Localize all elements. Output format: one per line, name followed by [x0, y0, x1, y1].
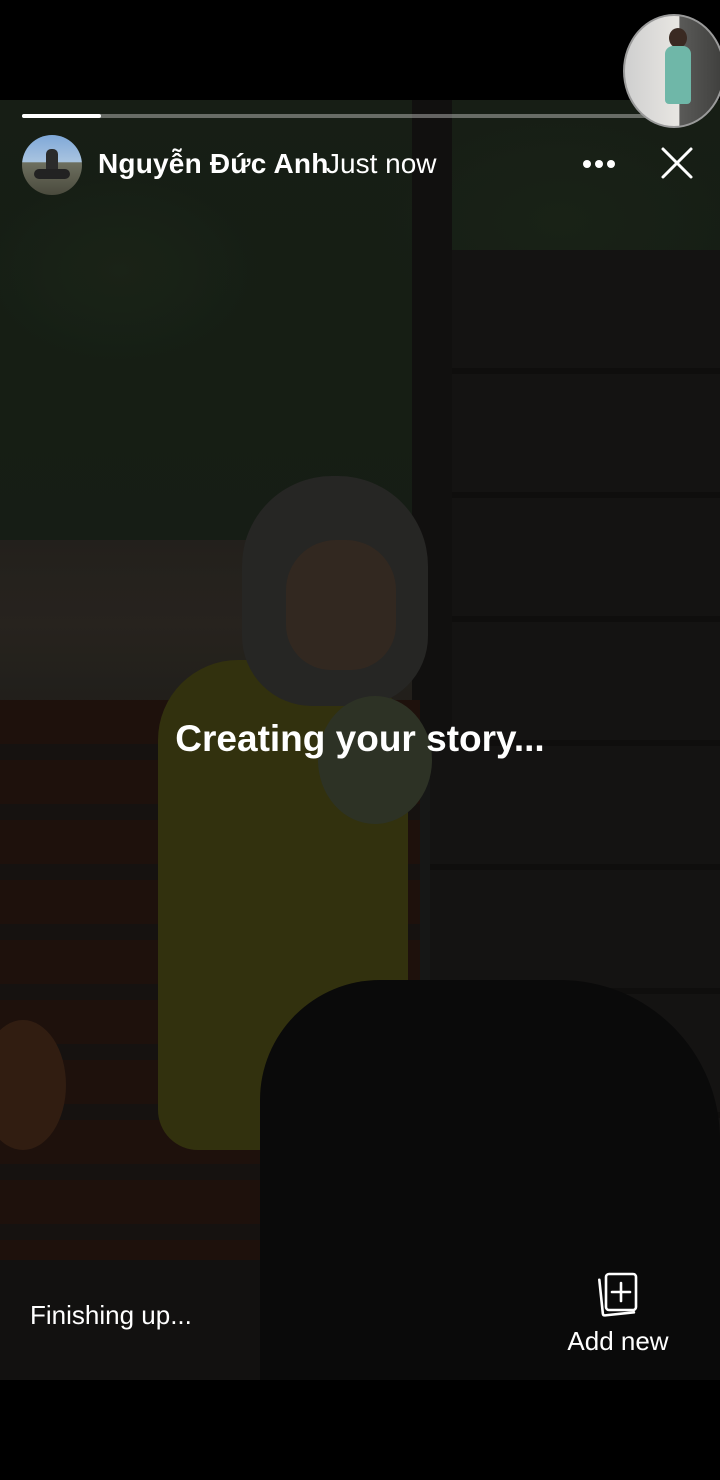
close-button[interactable] [654, 140, 700, 186]
thumbnail-person-head [669, 28, 687, 48]
more-options-icon [583, 160, 615, 168]
story-timestamp: Just now [326, 148, 437, 179]
avatar[interactable] [22, 135, 82, 195]
more-options-button[interactable] [578, 145, 620, 183]
thumbnail-person-dress [665, 46, 691, 104]
add-new-label: Add new [567, 1326, 669, 1356]
story-progress-bar [22, 114, 682, 118]
story-username[interactable]: Nguyễn Đức Anh [98, 148, 329, 180]
avatar-bike [34, 169, 70, 179]
finishing-status: Finishing up... [30, 1300, 192, 1330]
close-icon [661, 147, 693, 179]
add-new-button[interactable]: Add new [560, 1268, 676, 1360]
story-progress-fill [22, 114, 102, 118]
story-preview-thumbnail[interactable] [623, 14, 720, 128]
add-stack-icon [598, 1272, 638, 1317]
story-viewer-screen: Nguyễn Đức Anh Just now Creating your st… [0, 0, 720, 1480]
creating-story-status: Creating your story... [175, 718, 545, 759]
